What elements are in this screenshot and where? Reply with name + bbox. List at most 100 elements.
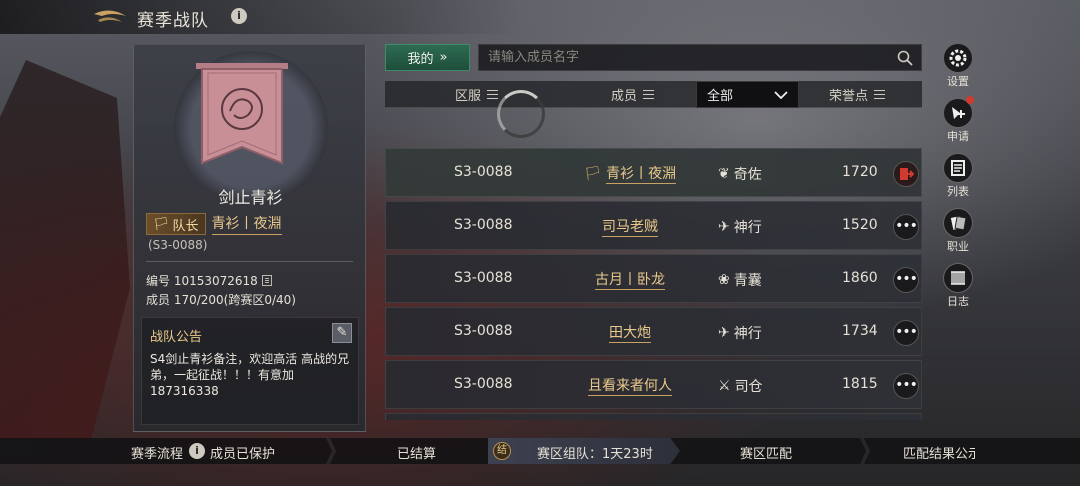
table-row[interactable] <box>385 413 922 420</box>
row-name-text: 且看来者何人 <box>588 378 672 396</box>
chevron-right-icon <box>860 438 870 464</box>
title-bar: 赛季战队 i <box>0 0 520 34</box>
cards-icon <box>943 208 973 238</box>
side-class-button[interactable]: 职业 <box>938 208 978 254</box>
more-button[interactable]: ••• <box>893 320 919 346</box>
member-list[interactable]: S3-0088 🏳 青衫丨夜淵 ❦ 奇佐 1720 S3-0088 司马老贼 ✈… <box>385 148 922 420</box>
info-icon[interactable]: i <box>189 443 205 459</box>
row-name-text: 青衫丨夜淵 <box>606 166 677 184</box>
row-class-text: 奇佐 <box>733 167 762 183</box>
chevron-right-icon <box>326 438 336 464</box>
notice-title: 战队公告 <box>150 330 203 345</box>
search-icon[interactable] <box>897 50 913 66</box>
row-class-text: 神行 <box>733 220 762 236</box>
leader-label: 队长 <box>172 218 199 234</box>
leave-team-button[interactable] <box>893 161 919 187</box>
row-points: 1734 <box>842 323 878 339</box>
row-server: S3-0088 <box>454 376 513 392</box>
season-progress-bar: 赛季流程 i 成员已保护 已结算 结 赛区组队：1天23时 赛区匹配 匹配结果公… <box>0 438 1080 464</box>
sort-icon <box>487 90 499 99</box>
row-server: S3-0088 <box>454 323 513 339</box>
row-name[interactable]: 🏳 青衫丨夜淵 <box>556 163 704 184</box>
row-class: ❀ 青囊 <box>718 270 762 290</box>
header-server-label: 区服 <box>455 89 482 104</box>
background-figure <box>0 60 130 440</box>
row-points: 1720 <box>842 164 878 180</box>
row-name[interactable]: 且看来者何人 <box>556 375 704 396</box>
flag-icon: 🏳 <box>583 166 602 182</box>
side-log-label: 日志 <box>947 295 969 308</box>
side-list-button[interactable]: 列表 <box>938 153 978 199</box>
side-list-label: 列表 <box>947 185 969 198</box>
more-button[interactable]: ••• <box>893 373 919 399</box>
row-class: ✈ 神行 <box>718 323 762 343</box>
class-shenxing-icon: ✈ <box>718 325 730 341</box>
table-row[interactable]: S3-0088 古月丨卧龙 ❀ 青囊 1860 ••• <box>385 254 922 303</box>
member-filter-select[interactable]: 全部 <box>696 81 799 108</box>
season-flow-label: 赛季流程 <box>131 447 184 462</box>
table-row[interactable]: S3-0088 田大炮 ✈ 神行 1734 ••• <box>385 307 922 356</box>
row-name[interactable]: 古月丨卧龙 <box>556 269 704 290</box>
table-row[interactable]: S3-0088 且看来者何人 ⚔ 司仓 1815 ••• <box>385 360 922 409</box>
side-apply-button[interactable]: 申请 <box>938 96 978 144</box>
stage-zone-match: 赛区匹配 <box>740 447 793 462</box>
row-name-text: 司马老贼 <box>602 219 658 237</box>
leader-badge: 🏳 队长 <box>146 213 206 235</box>
team-members-count: 成员 170/200(跨赛区0/40) <box>146 293 296 307</box>
row-name-text: 田大炮 <box>609 325 651 343</box>
my-button[interactable]: 我的 » <box>385 44 470 71</box>
row-class-text: 青囊 <box>733 273 762 289</box>
row-points: 1860 <box>842 270 878 286</box>
notification-dot <box>966 96 974 104</box>
notice-box: 战队公告 ✎ S4剑止青衫备注，欢迎高活 高战的兄弟，一起征战！！！有意加187… <box>141 317 359 425</box>
row-class: ⚔ 司仓 <box>718 376 763 396</box>
team-info-panel: 剑止青衫 🏳 队长 青衫丨夜淵 (S3-0088) 编号 10153072618… <box>133 44 366 432</box>
filter-value: 全部 <box>707 89 734 104</box>
more-button[interactable]: ••• <box>893 267 919 293</box>
search-box <box>478 44 922 71</box>
stage-settled: 已结算 <box>397 447 437 462</box>
apply-icon <box>943 96 974 128</box>
stage-marker: 结 <box>493 442 511 460</box>
gear-icon <box>943 43 973 73</box>
header-member-label: 成员 <box>611 89 638 104</box>
class-qingnang-icon: ❀ <box>718 272 730 288</box>
table-row[interactable]: S3-0088 司马老贼 ✈ 神行 1520 ••• <box>385 201 922 250</box>
exit-icon <box>900 168 915 180</box>
team-id: 编号 10153072618 <box>146 274 258 288</box>
header-member[interactable]: 成员 <box>611 81 655 108</box>
search-input[interactable] <box>479 45 889 70</box>
row-server: S3-0088 <box>454 164 513 180</box>
header-server[interactable]: 区服 <box>455 81 499 108</box>
edit-notice-button[interactable]: ✎ <box>332 323 352 343</box>
table-row[interactable]: S3-0088 🏳 青衫丨夜淵 ❦ 奇佐 1720 <box>385 148 922 197</box>
sort-icon <box>643 90 655 99</box>
header-honor[interactable]: 荣誉点 <box>829 81 886 108</box>
row-class: ✈ 神行 <box>718 217 762 237</box>
row-points: 1815 <box>842 376 878 392</box>
more-button[interactable]: ••• <box>893 214 919 240</box>
info-icon[interactable]: i <box>231 8 247 24</box>
my-button-label: 我的 <box>407 52 434 67</box>
row-class-text: 司仓 <box>734 379 763 395</box>
side-settings-button[interactable]: 设置 <box>938 43 978 89</box>
log-icon <box>943 263 973 293</box>
row-name[interactable]: 田大炮 <box>556 322 704 343</box>
loading-spinner <box>497 90 545 138</box>
current-stage: 赛区组队：1天23时 <box>537 447 653 462</box>
copy-icon[interactable] <box>261 275 272 286</box>
team-server-code: (S3-0088) <box>148 238 208 252</box>
back-arrow-icon[interactable] <box>92 8 128 26</box>
leader-row: 🏳 队长 青衫丨夜淵 <box>146 213 282 235</box>
row-name[interactable]: 司马老贼 <box>556 216 704 237</box>
row-server: S3-0088 <box>454 270 513 286</box>
team-name: 剑止青衫 <box>218 188 283 207</box>
leader-name[interactable]: 青衫丨夜淵 <box>211 213 282 235</box>
team-id-line: 编号 10153072618 <box>146 272 272 289</box>
row-name-text: 古月丨卧龙 <box>595 272 665 290</box>
side-log-button[interactable]: 日志 <box>938 263 978 309</box>
divider <box>146 261 353 262</box>
side-settings-label: 设置 <box>947 75 969 88</box>
sort-icon <box>874 90 886 99</box>
row-class: ❦ 奇佐 <box>718 164 762 184</box>
